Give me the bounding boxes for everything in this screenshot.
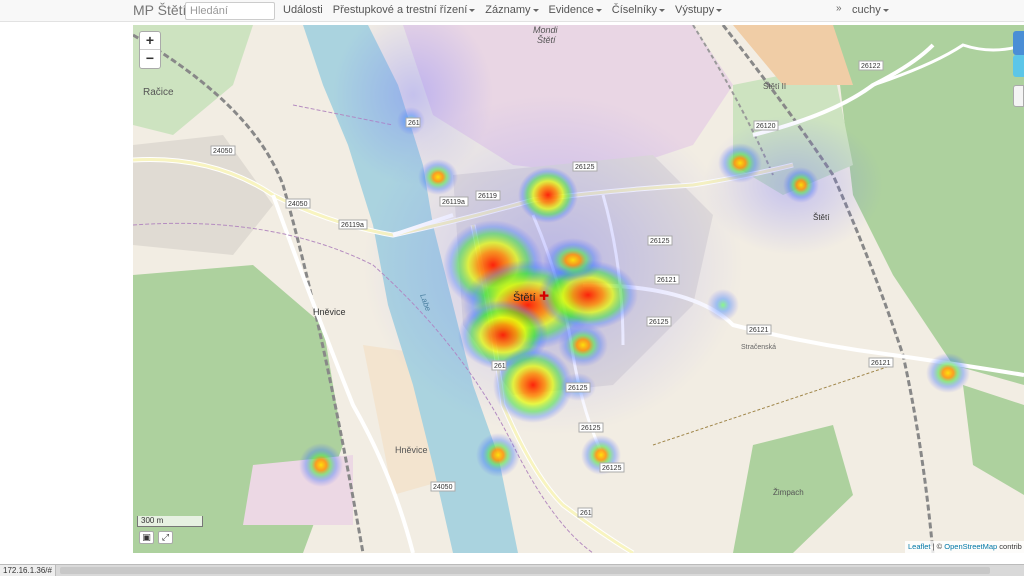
caret-down-icon bbox=[469, 8, 476, 12]
zoom-out-button[interactable]: − bbox=[140, 50, 160, 68]
svg-text:26119a: 26119a bbox=[442, 199, 465, 206]
svg-text:26119a: 26119a bbox=[341, 222, 364, 229]
menu-evidence[interactable]: Evidence bbox=[549, 4, 602, 16]
svg-text:26119: 26119 bbox=[478, 193, 497, 200]
svg-text:26122: 26122 bbox=[861, 63, 881, 70]
zoom-in-button[interactable]: + bbox=[140, 32, 160, 50]
svg-text:26125: 26125 bbox=[649, 319, 669, 326]
layer-toggle-button[interactable] bbox=[1013, 31, 1024, 55]
place-label: Štětí bbox=[513, 291, 536, 304]
menu-prestupkove[interactable]: Přestupkové a trestní řízení bbox=[333, 4, 476, 16]
attribution-rest: contrib bbox=[997, 542, 1022, 551]
place-label: Hněvice bbox=[313, 307, 346, 317]
svg-text:26120: 26120 bbox=[756, 123, 776, 130]
road-shield: 26125 bbox=[599, 462, 625, 473]
road-shield: 26121 bbox=[868, 357, 894, 368]
caret-down-icon bbox=[595, 8, 602, 12]
caret-down-icon bbox=[532, 8, 539, 12]
town-center-marker: ✚ bbox=[539, 289, 549, 303]
brand[interactable]: MP Štětí bbox=[133, 2, 186, 18]
main-menu: Události Přestupkové a trestní řízení Zá… bbox=[283, 4, 723, 16]
svg-text:261: 261 bbox=[494, 363, 506, 370]
menu-zaznamy[interactable]: Záznamy bbox=[485, 4, 539, 16]
road-shield: 26125 bbox=[647, 235, 673, 246]
search-input[interactable] bbox=[185, 2, 275, 20]
caret-down-icon bbox=[716, 8, 723, 12]
road-shield: 26121 bbox=[654, 274, 680, 285]
map-attribution: Leaflet | © OpenStreetMap contrib bbox=[905, 541, 1024, 553]
road-shield: 261 bbox=[491, 360, 507, 371]
svg-text:26125: 26125 bbox=[581, 425, 601, 432]
osm-link[interactable]: OpenStreetMap bbox=[944, 542, 997, 551]
place-label: Mondi bbox=[533, 25, 559, 35]
svg-text:261: 261 bbox=[408, 120, 420, 127]
place-label: Hněvice bbox=[395, 445, 428, 455]
menu-ciselniky[interactable]: Číselníky bbox=[611, 4, 666, 16]
road-shield: 26122 bbox=[858, 60, 884, 71]
road-shield: 26119a bbox=[338, 219, 368, 230]
caret-down-icon bbox=[882, 8, 889, 12]
road-shield: 24050 bbox=[285, 198, 311, 209]
road-shield: 26120 bbox=[753, 120, 779, 131]
place-label: Račice bbox=[143, 87, 174, 98]
navbar: MP Štětí Události Přestupkové a trestní … bbox=[0, 0, 1024, 22]
layers-icon[interactable] bbox=[1013, 85, 1024, 107]
svg-text:26121: 26121 bbox=[657, 277, 677, 284]
svg-text:26121: 26121 bbox=[749, 327, 769, 334]
map-tiles: Mondi Štětí Račice Štětí Hněvice Hněvice… bbox=[133, 25, 1024, 553]
menu-label: Evidence bbox=[548, 4, 594, 16]
status-url: 172.16.1.36/# bbox=[0, 565, 56, 576]
svg-text:26125: 26125 bbox=[575, 164, 595, 171]
menu-label: Záznamy bbox=[485, 4, 531, 16]
road-shield: 261 bbox=[577, 507, 593, 518]
road-shield: 26119 bbox=[475, 190, 501, 201]
place-label: Štětí bbox=[813, 213, 830, 222]
menu-label: Přestupkové a trestní řízení bbox=[332, 4, 468, 16]
image-export-icon[interactable]: ▣ bbox=[139, 531, 154, 544]
svg-text:26125: 26125 bbox=[568, 385, 588, 392]
road-shield: 26125 bbox=[565, 382, 591, 393]
menu-vystupy[interactable]: Výstupy bbox=[675, 4, 723, 16]
heatmap-map[interactable]: Mondi Štětí Račice Štětí Hněvice Hněvice… bbox=[133, 25, 1024, 553]
collapse-chevron-icon[interactable]: » bbox=[836, 3, 842, 14]
place-label: Stračenská bbox=[741, 344, 776, 351]
road-shield: 24050 bbox=[210, 145, 236, 156]
svg-text:24050: 24050 bbox=[433, 484, 453, 491]
road-shield: 26125 bbox=[646, 316, 672, 327]
road-shield: 26125 bbox=[572, 161, 598, 172]
road-shield: 26125 bbox=[578, 422, 604, 433]
place-label: Štětí bbox=[537, 35, 557, 45]
svg-text:24050: 24050 bbox=[288, 201, 308, 208]
svg-text:261: 261 bbox=[580, 510, 592, 517]
caret-down-icon bbox=[659, 8, 666, 12]
svg-text:26121: 26121 bbox=[871, 360, 891, 367]
svg-text:24050: 24050 bbox=[213, 148, 233, 155]
browser-statusbar: 172.16.1.36/# bbox=[0, 564, 1024, 576]
leaflet-link[interactable]: Leaflet bbox=[908, 542, 931, 551]
road-shield: 26121 bbox=[746, 324, 772, 335]
svg-text:26125: 26125 bbox=[650, 238, 670, 245]
attribution-sep: | © bbox=[930, 542, 945, 551]
menu-label: Výstupy bbox=[675, 4, 715, 16]
svg-text:26125: 26125 bbox=[602, 465, 622, 472]
menu-label: Události bbox=[283, 4, 323, 16]
place-label: Žimpach bbox=[773, 488, 804, 497]
road-shield: 24050 bbox=[430, 481, 456, 492]
road-shield: 26119a bbox=[439, 196, 469, 207]
user-name: cuchy bbox=[852, 4, 881, 16]
menu-udalosti[interactable]: Události bbox=[283, 4, 323, 16]
horizontal-scrollbar[interactable] bbox=[60, 567, 990, 574]
menu-label: Číselníky bbox=[611, 4, 658, 16]
road-shield: 261 bbox=[405, 117, 421, 128]
fullscreen-icon[interactable]: ⤢ bbox=[158, 531, 173, 544]
layer-toggle-button-2[interactable] bbox=[1013, 55, 1024, 77]
place-label: Štětí II bbox=[763, 82, 786, 91]
zoom-control: + − bbox=[139, 31, 161, 69]
scale-bar: 300 m bbox=[137, 516, 203, 527]
user-menu[interactable]: cuchy bbox=[852, 4, 889, 16]
